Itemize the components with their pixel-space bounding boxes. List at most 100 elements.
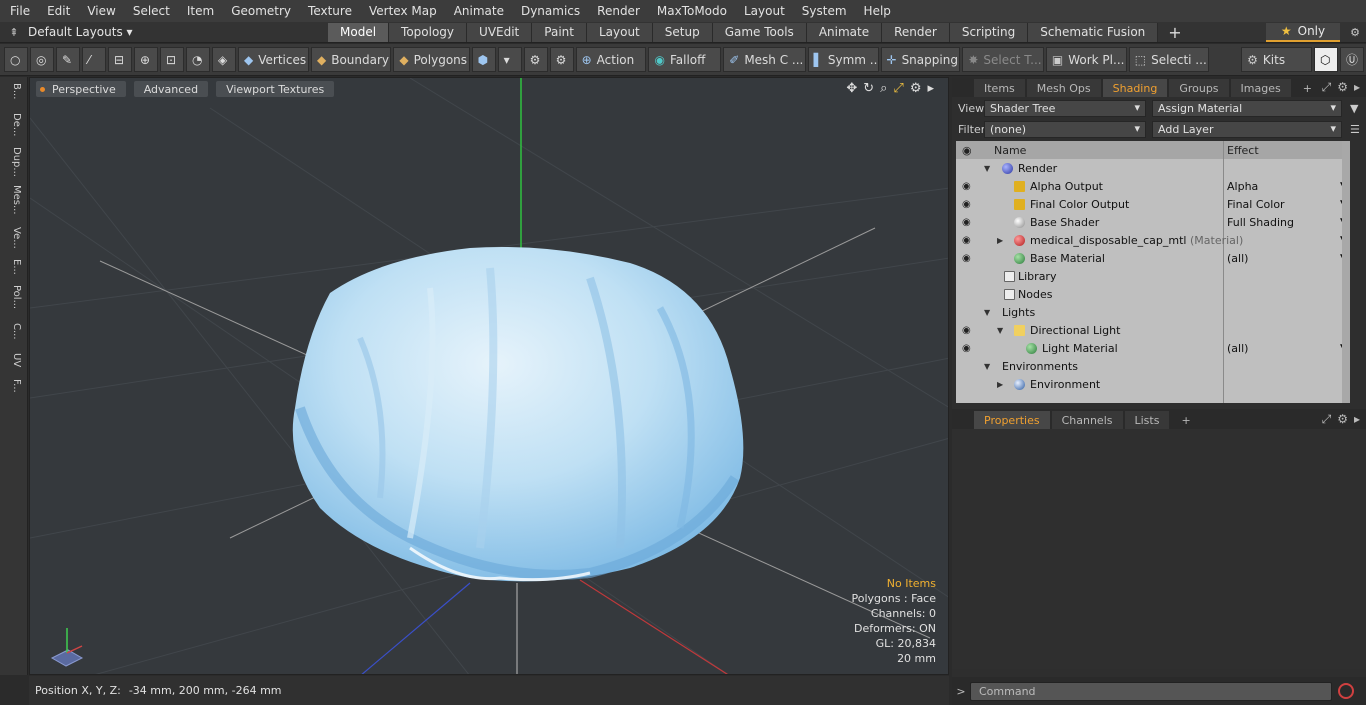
topology-icon[interactable]: ⚙ [549,47,574,72]
eye-icon[interactable]: ◉ [962,235,971,246]
left-tab-deform[interactable]: De... [4,113,22,136]
stop-icon[interactable] [1338,683,1354,699]
menu-help[interactable]: Help [854,4,898,18]
tree-row-final-color-output[interactable]: ◉ Final Color Output Final Color ▼ [956,195,1350,213]
expand-icon[interactable]: ▶ [997,380,1003,389]
menu-geometry[interactable]: Geometry [221,4,298,18]
advanced-button[interactable]: Advanced [133,81,209,97]
expand-arrow-icon[interactable]: ⇞ [0,26,28,39]
viewport-canvas[interactable] [30,78,949,675]
menu-file[interactable]: File [0,4,37,18]
properties-maximize-icon[interactable]: ⤢ [1322,412,1332,427]
name-column-header[interactable]: Name [994,144,1026,157]
pen-icon[interactable]: ✎ [56,47,80,72]
tab-items[interactable]: Items [974,79,1025,97]
eye-icon[interactable]: ◉ [962,181,971,192]
polygons-button[interactable]: ◆ Polygons [393,47,470,72]
tab-groups[interactable]: Groups [1169,79,1229,97]
tab-model[interactable]: Model [328,22,390,42]
menu-texture[interactable]: Texture [298,4,359,18]
tree-row-library[interactable]: Library [956,267,1350,285]
eye-icon[interactable]: ◉ [962,325,971,336]
center-icon[interactable]: ⊕ [134,47,158,72]
tree-row-alpha-output[interactable]: ◉ Alpha Output Alpha ▼ [956,177,1350,195]
tab-paint[interactable]: Paint [532,22,587,42]
select-through-button[interactable]: ✸ Select T... [962,47,1044,72]
menu-system[interactable]: System [792,4,854,18]
command-input[interactable]: Command [970,681,1332,701]
unity-icon[interactable]: ⬡ [1314,47,1339,72]
add-properties-tab-icon[interactable]: + [1171,411,1200,429]
add-layer-select[interactable]: Add Layer [1152,121,1342,138]
left-tab-vertex[interactable]: Ve... [4,227,22,249]
vertices-button[interactable]: ◆ Vertices [238,47,309,72]
tree-row-render[interactable]: ▼ Render [956,159,1350,177]
align-icon[interactable]: ⊟ [108,47,132,72]
menu-animate[interactable]: Animate [444,4,511,18]
globe-icon[interactable]: ◎ [30,47,54,72]
left-tab-fusion[interactable]: F... [4,379,22,393]
menu-render[interactable]: Render [587,4,647,18]
tree-row-base-material[interactable]: ◉ Base Material (all) ▼ [956,249,1350,267]
circle-select-icon[interactable]: ○ [4,47,28,72]
tab-render[interactable]: Render [882,22,950,42]
left-tab-uv[interactable]: UV [4,353,22,367]
add-tab-icon[interactable]: + [1168,23,1181,42]
menu-edit[interactable]: Edit [37,4,77,18]
menu-vertex-map[interactable]: Vertex Map [359,4,444,18]
selection-sets-button[interactable]: ⬚ Selecti ... [1128,47,1210,72]
eye-icon[interactable]: ◉ [962,199,971,210]
effect-column-header[interactable]: Effect [1227,144,1259,157]
filter-funnel-icon[interactable]: ▼ [1350,102,1358,115]
left-tab-polygon[interactable]: Pol... [4,285,22,309]
material-mode-icon[interactable]: ⬢ [471,47,496,72]
eye-icon[interactable]: ◉ [962,253,971,264]
snapping-button[interactable]: ✛ Snapping [880,47,961,72]
pan-icon[interactable]: ✥ [846,81,857,96]
action-button[interactable]: ⊕ Action [575,47,647,72]
symmetry-icon[interactable]: ⚙ [523,47,548,72]
tab-channels[interactable]: Channels [1051,411,1123,429]
mesh-constraint-button[interactable]: ✐ Mesh C ... [723,47,806,72]
tab-scripting[interactable]: Scripting [949,22,1029,42]
tab-images[interactable]: Images [1230,79,1291,97]
left-tab-curve[interactable]: C... [4,323,22,340]
tab-setup[interactable]: Setup [652,22,713,42]
menu-item[interactable]: Item [177,4,221,18]
tree-row-environments[interactable]: ▼ Environments [956,357,1350,375]
3d-viewport[interactable]: Perspective Advanced Viewport Textures ✥… [29,77,949,675]
tree-row-nodes[interactable]: Nodes [956,285,1350,303]
brush-icon[interactable]: ⁄ [82,47,106,72]
tab-animate[interactable]: Animate [806,22,883,42]
tab-shading[interactable]: Shading [1102,79,1168,97]
gear-icon[interactable]: ⚙ [1350,26,1360,39]
tab-properties[interactable]: Properties [974,411,1050,429]
expand-icon[interactable]: ▼ [997,326,1003,335]
tree-scrollbar[interactable] [1342,141,1350,403]
tab-lists[interactable]: Lists [1124,411,1170,429]
rotate-icon[interactable]: ◔ [186,47,210,72]
tree-row-medical-cap-material[interactable]: ◉ ▶ medical_disposable_cap_mtl (Material… [956,231,1350,249]
view-select[interactable]: Shader Tree [984,100,1146,117]
left-tab-edge[interactable]: E... [4,259,22,275]
chevron-down-icon[interactable]: ▾ [497,47,522,72]
tree-row-base-shader[interactable]: ◉ Base Shader Full Shading ▼ [956,213,1350,231]
left-tab-mesh-edit[interactable]: Mes... [4,185,22,215]
only-button[interactable]: ★ Only [1266,22,1340,42]
menu-layout[interactable]: Layout [734,4,792,18]
work-plane-button[interactable]: ▣ Work Pl... [1045,47,1127,72]
menu-maxtomodo[interactable]: MaxToModo [647,4,734,18]
menu-dynamics[interactable]: Dynamics [511,4,587,18]
maximize-icon[interactable]: ⤢ [893,81,903,96]
tree-row-directional-light[interactable]: ◉ ▼ Directional Light [956,321,1350,339]
symmetry-button[interactable]: ▌ Symm ... [807,47,879,72]
boundary-button[interactable]: ◆ Boundary [310,47,392,72]
panel-maximize-icon[interactable]: ⤢ [1322,80,1332,95]
kits-button[interactable]: ⚙ Kits [1241,47,1313,72]
tab-uvedit[interactable]: UVEdit [467,22,533,42]
viewport-textures-button[interactable]: Viewport Textures [216,81,335,97]
default-layouts-dropdown[interactable]: Default Layouts ▾ [28,25,328,39]
tab-mesh-ops[interactable]: Mesh Ops [1026,79,1101,97]
tab-layout[interactable]: Layout [586,22,653,42]
expand-icon[interactable]: ▶ [997,236,1003,245]
